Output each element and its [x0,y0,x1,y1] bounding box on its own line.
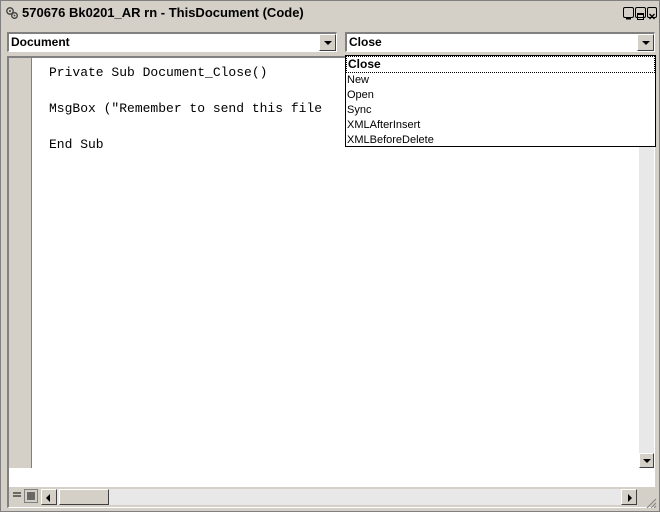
object-combo[interactable]: Document [7,32,337,52]
dropdown-item-close[interactable]: Close [346,56,655,73]
procedure-view-button[interactable] [10,489,24,503]
procedure-combo-dropdown-button[interactable] [637,34,654,51]
full-module-view-button[interactable] [24,489,38,503]
procedure-combo[interactable]: Close [345,32,655,52]
vba-module-icon [6,7,18,19]
scroll-left-button[interactable] [41,489,57,505]
procedure-view-icon [13,492,21,497]
dropdown-item-new[interactable]: New [346,73,655,88]
dropdown-item-sync[interactable]: Sync [346,103,655,118]
dropdown-item-xmlafterinsert[interactable]: XMLAfterInsert [346,118,655,133]
chevron-down-icon [643,459,651,463]
close-button[interactable] [647,7,657,20]
code-window: 570676 Bk0201_AR rn - ThisDocument (Code… [0,0,660,512]
chevron-down-icon [324,41,332,45]
object-combo-dropdown-button[interactable] [319,34,336,51]
procedure-combo-value: Close [349,35,382,49]
minimize-icon [626,18,631,20]
minimize-button[interactable] [623,7,634,20]
dropdown-item-open[interactable]: Open [346,88,655,103]
window-title: 570676 Bk0201_AR rn - ThisDocument (Code… [22,5,304,20]
maximize-button[interactable] [635,7,646,20]
chevron-down-icon [642,41,650,45]
horizontal-scrollbar[interactable] [41,489,637,505]
maximize-icon [637,13,644,20]
resize-grip-icon[interactable] [645,497,657,509]
full-module-view-icon [27,492,35,500]
code-area[interactable]: Private Sub Document_Close() MsgBox ("Re… [49,64,322,172]
margin-indicator-bar[interactable] [9,58,32,468]
scroll-right-button[interactable] [621,489,637,505]
close-icon [649,13,655,20]
editor-bottom-bar [9,487,655,507]
procedure-dropdown-list[interactable]: Close New Open Sync XMLAfterInsert XMLBe… [345,55,656,147]
chevron-left-icon [46,494,50,502]
scroll-down-button[interactable] [639,453,654,468]
horizontal-scroll-thumb[interactable] [59,489,109,505]
code-line[interactable]: End Sub [49,136,322,154]
code-line[interactable]: Private Sub Document_Close() [49,64,322,82]
object-combo-value: Document [11,35,70,49]
code-line[interactable]: MsgBox ("Remember to send this file [49,100,322,118]
chevron-right-icon [628,494,632,502]
title-bar[interactable]: 570676 Bk0201_AR rn - ThisDocument (Code… [3,3,657,23]
dropdown-item-xmlbeforedelete[interactable]: XMLBeforeDelete [346,133,655,148]
